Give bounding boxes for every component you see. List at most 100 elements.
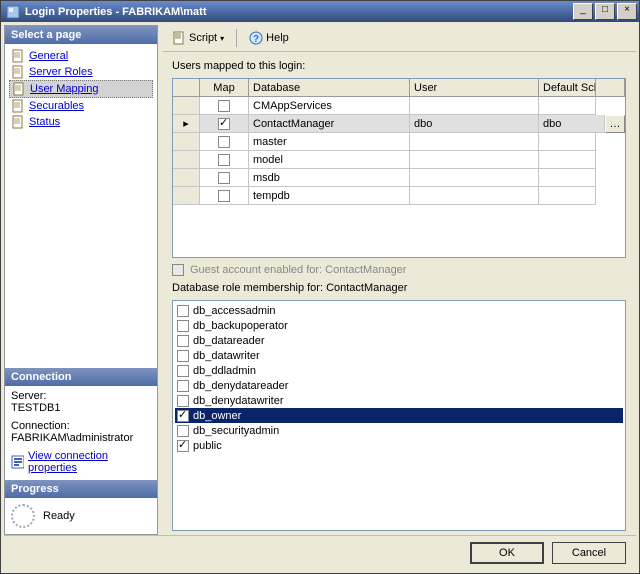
cell-map[interactable] xyxy=(200,187,249,205)
cell-user[interactable] xyxy=(410,169,539,187)
role-checkbox[interactable] xyxy=(177,410,189,422)
roles-list[interactable]: db_accessadmindb_backupoperator db_datare… xyxy=(172,300,626,531)
schema-browse-button[interactable]: … xyxy=(605,115,625,133)
role-item-public[interactable]: public xyxy=(175,438,623,453)
cell-schema[interactable] xyxy=(539,97,596,115)
cancel-button[interactable]: Cancel xyxy=(552,542,626,564)
guest-account-checkbox xyxy=(172,264,184,276)
map-checkbox[interactable] xyxy=(218,100,230,112)
role-label: db_datareader xyxy=(193,335,265,347)
table-row[interactable]: ▸ContactManagerdbodbo… xyxy=(173,115,625,133)
role-item-db_owner[interactable]: db_owner xyxy=(175,408,623,423)
view-connection-properties-link[interactable]: View connection properties xyxy=(11,450,151,474)
role-label: db_datawriter xyxy=(193,350,260,362)
cell-map[interactable] xyxy=(200,169,249,187)
sidebar-item-label[interactable]: Securables xyxy=(29,100,84,112)
sidebar-item-user-mapping[interactable]: User Mapping xyxy=(9,80,153,98)
role-checkbox[interactable] xyxy=(177,365,189,377)
cell-schema[interactable] xyxy=(539,151,596,169)
sidebar-item-label[interactable]: General xyxy=(29,50,68,62)
col-header-database[interactable]: Database xyxy=(249,79,410,97)
server-value: TESTDB1 xyxy=(11,402,151,414)
map-checkbox[interactable] xyxy=(218,190,230,202)
sidebar-item-general[interactable]: General xyxy=(9,48,153,64)
cell-user[interactable]: dbo xyxy=(410,115,539,133)
role-item-db_ddladmin[interactable]: db_ddladmin xyxy=(175,363,623,378)
role-label: db_owner xyxy=(193,410,241,422)
view-connection-properties-label: View connection properties xyxy=(28,450,151,474)
cell-schema[interactable]: dbo xyxy=(539,115,605,133)
sidebar-item-securables[interactable]: Securables xyxy=(9,98,153,114)
role-item-db_denydatareader[interactable]: db_denydatareader xyxy=(175,378,623,393)
cell-database[interactable]: tempdb xyxy=(249,187,410,205)
table-row[interactable]: CMAppServices… xyxy=(173,97,625,115)
cell-user[interactable] xyxy=(410,133,539,151)
cell-schema[interactable] xyxy=(539,133,596,151)
titlebar[interactable]: Login Properties - FABRIKAM\matt _ □ × xyxy=(1,1,639,22)
sidebar-item-server-roles[interactable]: Server Roles xyxy=(9,64,153,80)
roles-label: Database role membership for: ContactMan… xyxy=(172,282,626,294)
map-checkbox[interactable] xyxy=(218,154,230,166)
sidebar-nav-list: General Server Roles User Mapping Securable… xyxy=(5,44,157,134)
map-checkbox[interactable] xyxy=(218,172,230,184)
cell-user[interactable] xyxy=(410,151,539,169)
map-checkbox[interactable] xyxy=(218,118,230,130)
role-checkbox[interactable] xyxy=(177,395,189,407)
role-checkbox[interactable] xyxy=(177,440,189,452)
col-header-map[interactable]: Map xyxy=(200,79,249,97)
role-item-db_datareader[interactable]: db_datareader xyxy=(175,333,623,348)
cell-database[interactable]: model xyxy=(249,151,410,169)
toolbar: Script ▾ ? Help xyxy=(162,25,636,52)
sidebar-item-label[interactable]: Status xyxy=(29,116,60,128)
table-row[interactable]: tempdb… xyxy=(173,187,625,205)
sidebar-item-label[interactable]: Server Roles xyxy=(29,66,93,78)
sidebar-item-status[interactable]: Status xyxy=(9,114,153,130)
role-checkbox[interactable] xyxy=(177,350,189,362)
grid-header-row: Map Database User Default Schema xyxy=(173,79,625,97)
cell-schema[interactable] xyxy=(539,169,596,187)
role-item-db_accessadmin[interactable]: db_accessadmin xyxy=(175,303,623,318)
cell-map[interactable] xyxy=(200,133,249,151)
cell-map[interactable] xyxy=(200,97,249,115)
role-checkbox[interactable] xyxy=(177,320,189,332)
table-row[interactable]: master… xyxy=(173,133,625,151)
right-panel: Script ▾ ? Help Users mapped to this log… xyxy=(162,25,636,535)
maximize-button[interactable]: □ xyxy=(595,3,615,20)
cell-database[interactable]: CMAppServices xyxy=(249,97,410,115)
help-button[interactable]: ? Help xyxy=(245,29,293,47)
role-item-db_backupoperator[interactable]: db_backupoperator xyxy=(175,318,623,333)
progress-block: Ready xyxy=(5,498,157,534)
script-button[interactable]: Script ▾ xyxy=(168,29,228,47)
sidebar-item-label[interactable]: User Mapping xyxy=(30,83,98,95)
window-title: Login Properties - FABRIKAM\matt xyxy=(25,6,573,18)
role-item-db_securityadmin[interactable]: db_securityadmin xyxy=(175,423,623,438)
left-panel: Select a page GeneralServer RolesUser Ma… xyxy=(4,25,158,535)
map-checkbox[interactable] xyxy=(218,136,230,148)
close-button[interactable]: × xyxy=(617,3,637,20)
users-mapped-grid[interactable]: Map Database User Default Schema CMAppSe… xyxy=(172,78,626,258)
role-checkbox[interactable] xyxy=(177,380,189,392)
col-header-schema[interactable]: Default Schema xyxy=(539,79,596,97)
toolbar-separator xyxy=(236,29,237,47)
cell-user[interactable] xyxy=(410,187,539,205)
progress-header: Progress xyxy=(5,480,157,498)
table-row[interactable]: model… xyxy=(173,151,625,169)
role-item-db_denydatawriter[interactable]: db_denydatawriter xyxy=(175,393,623,408)
col-header-user[interactable]: User xyxy=(410,79,539,97)
role-checkbox[interactable] xyxy=(177,425,189,437)
cell-map[interactable] xyxy=(200,115,249,133)
dialog-footer: OK Cancel xyxy=(4,535,636,570)
cell-database[interactable]: msdb xyxy=(249,169,410,187)
table-row[interactable]: msdb… xyxy=(173,169,625,187)
cell-database[interactable]: ContactManager xyxy=(249,115,410,133)
role-checkbox[interactable] xyxy=(177,305,189,317)
cell-map[interactable] xyxy=(200,151,249,169)
role-checkbox[interactable] xyxy=(177,335,189,347)
minimize-button[interactable]: _ xyxy=(573,3,593,20)
ok-button[interactable]: OK xyxy=(470,542,544,564)
connection-header: Connection xyxy=(5,368,157,386)
role-item-db_datawriter[interactable]: db_datawriter xyxy=(175,348,623,363)
cell-database[interactable]: master xyxy=(249,133,410,151)
cell-user[interactable] xyxy=(410,97,539,115)
cell-schema[interactable] xyxy=(539,187,596,205)
